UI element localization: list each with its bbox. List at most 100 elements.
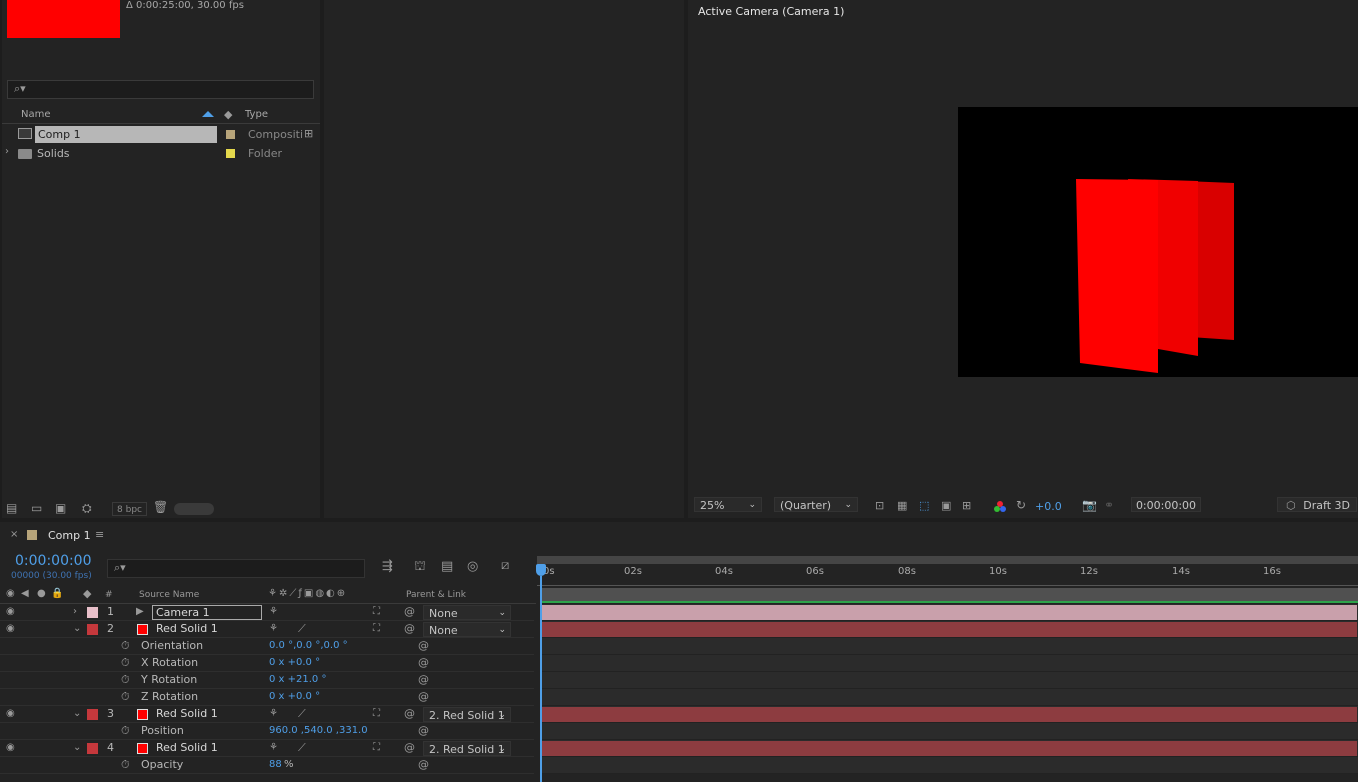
- solo-icon[interactable]: ●: [37, 588, 46, 599]
- project-scrollbar[interactable]: [174, 503, 214, 515]
- label-swatch[interactable]: [226, 130, 235, 139]
- label-swatch[interactable]: [226, 149, 235, 158]
- time-ruler[interactable]: 0s 02s 04s 06s 08s 10s 12s 14s 16s: [537, 566, 1358, 586]
- property-value[interactable]: 960.0 ,540.0 ,331.0: [269, 723, 368, 739]
- video-eye-icon[interactable]: ◉: [6, 588, 15, 599]
- source-name-header[interactable]: Source Name: [139, 590, 199, 600]
- property-value[interactable]: 0 x +21.0 °: [269, 672, 326, 688]
- stopwatch-icon[interactable]: ⏱: [121, 672, 130, 688]
- pickwhip-icon[interactable]: @: [404, 604, 415, 620]
- new-folder-icon[interactable]: ▭: [31, 501, 42, 515]
- transparency-grid-icon[interactable]: ▦: [897, 499, 907, 512]
- 3d-layer-switch-icon[interactable]: ⛶: [373, 740, 380, 756]
- renderer-button[interactable]: ⬡ Draft 3D: [1277, 497, 1357, 512]
- audio-icon[interactable]: ◀: [21, 588, 29, 599]
- layer-label-swatch[interactable]: [87, 709, 98, 720]
- current-time-indicator[interactable]: [540, 576, 542, 782]
- project-item[interactable]: › Solids Folder: [2, 145, 320, 162]
- shy-switch-icon[interactable]: ⚘: [269, 621, 278, 637]
- show-snapshot-icon[interactable]: ⚭: [1104, 498, 1114, 512]
- collapse-arrow-icon[interactable]: ⌄: [73, 621, 81, 637]
- work-area-bar[interactable]: [541, 588, 1358, 601]
- lock-icon[interactable]: 🔒: [51, 588, 63, 599]
- stopwatch-icon[interactable]: ⏱: [121, 638, 130, 654]
- snapshot-icon[interactable]: 📷: [1082, 498, 1097, 512]
- channels-icon[interactable]: [994, 501, 1006, 513]
- 3d-layer-switch-icon[interactable]: ⛶: [373, 621, 380, 637]
- layer-duration-bar[interactable]: [541, 707, 1357, 722]
- property-value[interactable]: 88: [269, 757, 282, 773]
- 3d-layer-switch-icon[interactable]: ⛶: [373, 604, 380, 620]
- pickwhip-icon[interactable]: @: [418, 757, 429, 773]
- region-of-interest-icon[interactable]: ▣: [941, 499, 951, 512]
- type-column-header[interactable]: Type: [245, 109, 268, 120]
- composition-canvas[interactable]: [958, 107, 1358, 377]
- 3d-layer-switch-icon[interactable]: ⛶: [373, 706, 380, 722]
- layer-name[interactable]: Red Solid 1: [156, 621, 218, 637]
- reset-exposure-icon[interactable]: ↻: [1016, 498, 1026, 512]
- property-row[interactable]: ⏱ Orientation 0.0 °,0.0 °,0.0 ° @: [0, 638, 534, 655]
- zoom-dropdown[interactable]: 25% ⌄: [694, 497, 762, 512]
- motion-blur-icon[interactable]: ◎: [467, 559, 478, 574]
- property-row[interactable]: ⏱ Opacity 88 % @: [0, 757, 534, 774]
- collapse-arrow-icon[interactable]: ⌄: [73, 740, 81, 756]
- grid-guides-icon[interactable]: ⊞: [962, 499, 971, 512]
- name-column-header[interactable]: Name: [21, 109, 51, 120]
- parent-dropdown[interactable]: None ⌄: [423, 605, 511, 620]
- shy-switch-icon[interactable]: ⚘: [269, 604, 278, 620]
- layer-duration-bar[interactable]: [541, 741, 1357, 756]
- frame-blending-icon[interactable]: ▤: [441, 559, 453, 574]
- project-search-input[interactable]: ⌕▾: [7, 80, 314, 99]
- quality-switch-icon[interactable]: ⟋: [298, 706, 306, 722]
- property-row[interactable]: ⏱ X Rotation 0 x +0.0 ° @: [0, 655, 534, 672]
- bit-depth-button[interactable]: 8 bpc: [112, 502, 147, 516]
- graph-editor-icon[interactable]: ⧄: [501, 558, 509, 573]
- stopwatch-icon[interactable]: ⏱: [121, 723, 130, 739]
- interpret-footage-icon[interactable]: ▤: [6, 501, 17, 515]
- current-time-indicator-head[interactable]: [536, 564, 546, 576]
- timeline-search-input[interactable]: ⌕▾: [107, 559, 365, 578]
- layer-row[interactable]: ◉ ⌄ 2 Red Solid 1 ⚘ ⟋ ⛶ @ None ⌄: [0, 621, 534, 638]
- stopwatch-icon[interactable]: ⏱: [121, 689, 130, 705]
- pickwhip-icon[interactable]: @: [418, 689, 429, 705]
- eye-icon[interactable]: ◉: [6, 740, 15, 756]
- parent-dropdown[interactable]: 2. Red Solid 1 ⌄: [423, 741, 511, 756]
- sort-ascending-icon[interactable]: [202, 111, 214, 117]
- pickwhip-icon[interactable]: @: [418, 655, 429, 671]
- pickwhip-icon[interactable]: @: [418, 672, 429, 688]
- timeline-tab[interactable]: Comp 1: [48, 529, 91, 542]
- shy-switch-icon[interactable]: ⚘: [269, 740, 278, 756]
- stopwatch-icon[interactable]: ⏱: [121, 655, 130, 671]
- current-time[interactable]: 0:00:00:00: [15, 553, 92, 569]
- parent-dropdown[interactable]: 2. Red Solid 1 ⌄: [423, 707, 511, 722]
- exposure-value[interactable]: +0.0: [1035, 500, 1062, 513]
- collapse-arrow-icon[interactable]: ⌄: [73, 706, 81, 722]
- quality-switch-icon[interactable]: ⟋: [298, 621, 306, 637]
- eye-icon[interactable]: ◉: [6, 621, 15, 637]
- expand-arrow-icon[interactable]: ›: [5, 146, 9, 157]
- flowchart-icon[interactable]: ⊞: [304, 127, 313, 140]
- shy-switch-icon[interactable]: ⚘: [269, 706, 278, 722]
- layer-label-swatch[interactable]: [87, 743, 98, 754]
- panel-menu-icon[interactable]: ≡: [95, 528, 104, 541]
- trash-icon[interactable]: 🗑: [153, 500, 168, 514]
- layer-duration-bar[interactable]: [541, 605, 1357, 620]
- close-tab-icon[interactable]: ×: [10, 529, 18, 540]
- layer-row[interactable]: ◉ › 1 ▶ Camera 1 ⚘ ⛶ @ None ⌄: [0, 604, 534, 621]
- layer-label-swatch[interactable]: [87, 624, 98, 635]
- resolution-dropdown[interactable]: (Quarter) ⌄: [774, 497, 858, 512]
- project-settings-icon[interactable]: ⛭: [82, 501, 92, 516]
- layer-duration-bar[interactable]: [541, 622, 1357, 637]
- label-tag-icon[interactable]: ◆: [83, 587, 91, 600]
- property-value[interactable]: 0 x +0.0 °: [269, 655, 320, 671]
- property-value[interactable]: 0.0 °,0.0 °,0.0 °: [269, 638, 348, 654]
- eye-icon[interactable]: ◉: [6, 706, 15, 722]
- expand-arrow-icon[interactable]: ›: [73, 604, 77, 620]
- composition-mini-flowchart-icon[interactable]: ⇶: [382, 559, 393, 574]
- layer-name[interactable]: Red Solid 1: [156, 706, 218, 722]
- layer-name[interactable]: Camera 1: [152, 605, 262, 620]
- pickwhip-icon[interactable]: @: [404, 706, 415, 722]
- pickwhip-icon[interactable]: @: [418, 638, 429, 654]
- layer-label-swatch[interactable]: [87, 607, 98, 618]
- fast-previews-icon[interactable]: ⊡: [875, 499, 884, 512]
